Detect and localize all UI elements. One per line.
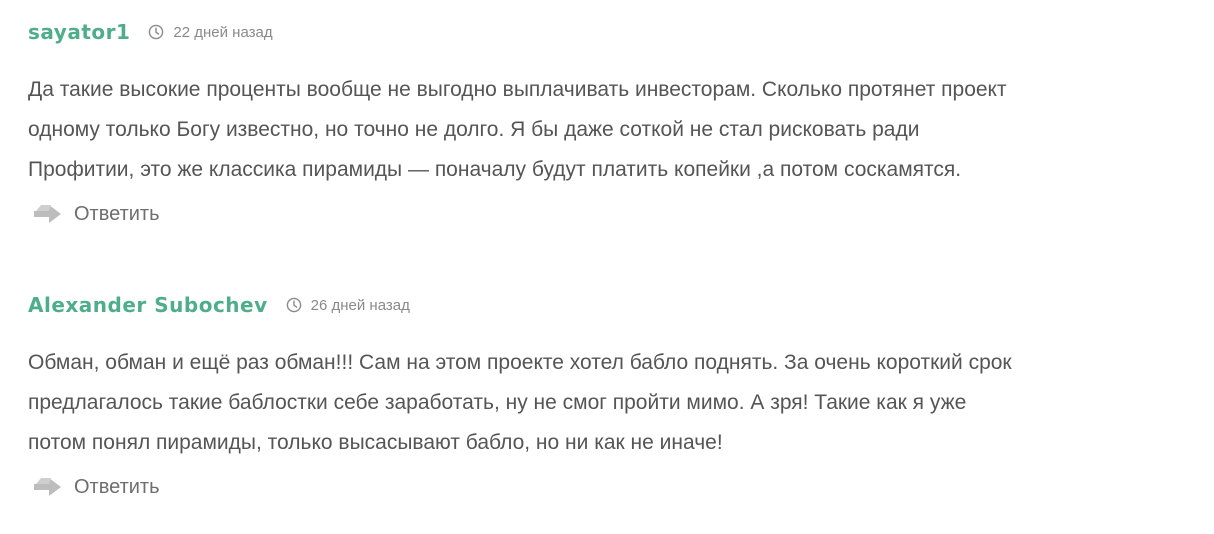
reply-button[interactable]: Ответить [32,475,160,499]
comment-text-line: предлагалось такие баблостки себе зарабо… [28,391,967,414]
comment-text-line: Обман, обман и ещё раз обман!!! Сам на э… [28,351,1012,374]
comment-time: 26 дней назад [310,296,410,314]
reply-label: Ответить [74,202,160,225]
comment: sayator1 22 дней назад Да такие высокие … [28,14,1198,231]
comment: Alexander Subochev 26 дней назад Обман, … [28,287,1198,504]
comment-author[interactable]: sayator1 [28,20,130,44]
comment-text-line: Да такие высокие проценты вообще не выго… [28,78,1007,101]
comment-text-line: потом понял пирамиды, только высасывают … [28,431,723,454]
comment-text: Да такие высокие проценты вообще не выго… [28,70,1198,190]
comment-text: Обман, обман и ещё раз обман!!! Сам на э… [28,343,1198,463]
comment-author[interactable]: Alexander Subochev [28,293,268,317]
comment-header: Alexander Subochev 26 дней назад [28,287,1198,323]
comment-header: sayator1 22 дней назад [28,14,1198,50]
comment-text-line: Профитии, это же классика пирамиды — пон… [28,158,962,181]
reply-label: Ответить [74,475,160,498]
clock-icon [286,297,301,313]
clock-icon [149,24,164,40]
comment-time: 22 дней назад [173,23,273,41]
reply-arrow-icon [34,205,61,223]
comment-meta: 26 дней назад [286,297,410,314]
reply-arrow-icon [34,478,61,496]
reply-button[interactable]: Ответить [32,202,160,226]
comment-text-line: одному только Богу известно, но точно не… [28,118,920,141]
comment-meta: 22 дней назад [148,23,273,41]
